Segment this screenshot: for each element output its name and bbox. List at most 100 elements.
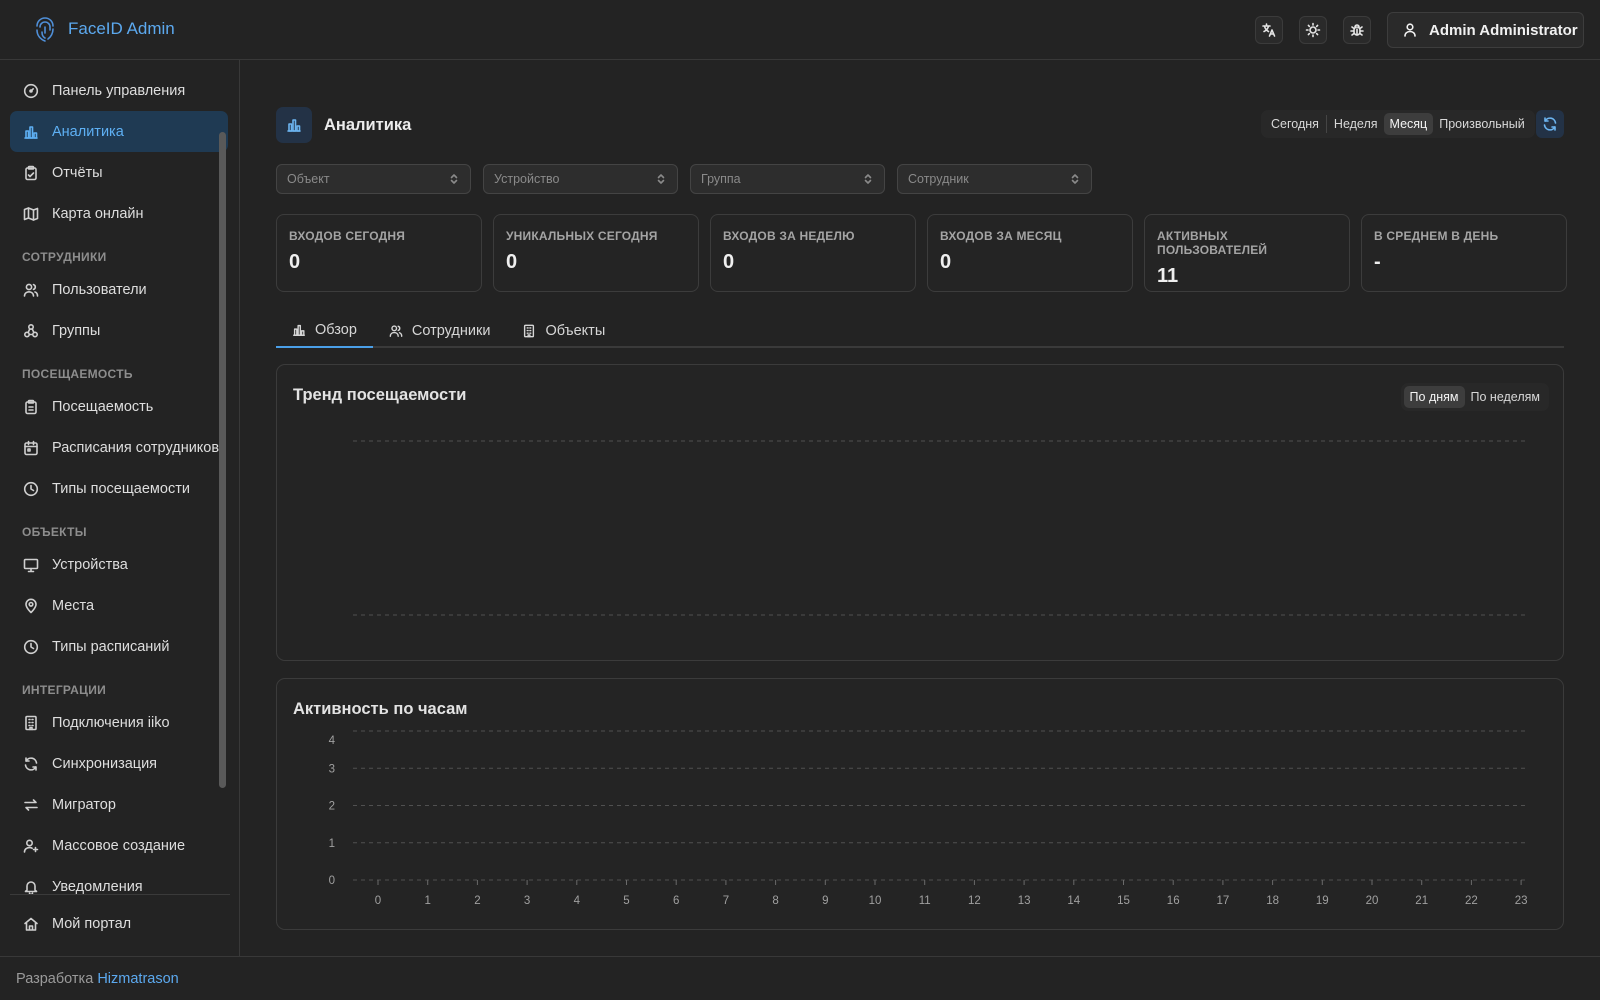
- x-tick-label: 20: [1366, 895, 1379, 907]
- divider: [1325, 115, 1327, 133]
- sidebar-item-reports[interactable]: Отчёты: [10, 152, 228, 193]
- tab-label: Объекты: [545, 323, 606, 339]
- sidebar-item-label: Посещаемость: [52, 398, 154, 415]
- period-month-button[interactable]: Месяц: [1383, 113, 1434, 135]
- stat-card: ВХОДОВ ЗА МЕСЯЦ 0: [927, 214, 1133, 292]
- debug-button[interactable]: [1343, 16, 1371, 44]
- group-select[interactable]: Группа: [690, 164, 885, 194]
- sidebar-item-users[interactable]: Пользователи: [10, 269, 228, 310]
- app-title: FaceID Admin: [68, 19, 175, 38]
- x-tick-label: 0: [375, 895, 381, 907]
- clock-icon: [23, 481, 39, 496]
- stat-label: ВХОДОВ ЗА НЕДЕЛЮ: [723, 229, 855, 243]
- x-tick-label: 16: [1167, 895, 1180, 907]
- y-tick-label: 2: [329, 801, 335, 813]
- sidebar-item-places[interactable]: Места: [10, 585, 228, 626]
- brand[interactable]: FaceID Admin: [32, 14, 175, 44]
- users-icon: [23, 283, 39, 297]
- x-tick-label: 10: [869, 895, 882, 907]
- sidebar-item-notifications[interactable]: Уведомления: [10, 866, 228, 896]
- device-select[interactable]: Устройство: [483, 164, 678, 194]
- bug-icon: [1350, 24, 1364, 36]
- building-icon: [524, 324, 535, 338]
- x-tick-label: 3: [524, 895, 530, 907]
- period-today-button[interactable]: Сегодня: [1265, 113, 1325, 135]
- x-tick-label: 2: [474, 895, 480, 907]
- employee-select[interactable]: Сотрудник: [897, 164, 1092, 194]
- map-icon: [23, 206, 39, 221]
- sidebar-item-label: Расписания сотрудников: [52, 439, 220, 456]
- object-select[interactable]: Объект: [276, 164, 471, 194]
- stat-value: 0: [723, 251, 735, 273]
- refresh-button[interactable]: [1536, 110, 1564, 138]
- sidebar-item-employee-schedules[interactable]: Расписания сотрудников: [10, 427, 228, 468]
- sidebar-item-attendance[interactable]: Посещаемость: [10, 386, 228, 427]
- stat-label: ВХОДОВ ЗА МЕСЯЦ: [940, 229, 1062, 243]
- hourly-card: Активность по часам 0 1 2 3 4 0 1 2 3 4 5 6 7 8 9 10 11 1…: [276, 678, 1564, 930]
- sidebar-item-label: Массовое создание: [52, 837, 186, 854]
- sidebar-item-label: Синхронизация: [52, 755, 158, 772]
- section-employees: СОТРУДНИКИ: [22, 250, 107, 264]
- sidebar-scrollbar[interactable]: [219, 132, 226, 788]
- building-icon: [25, 715, 37, 730]
- stat-label: В СРЕДНЕМ В ДЕНЬ: [1374, 229, 1499, 243]
- sidebar-item-label: Типы расписаний: [52, 638, 170, 655]
- sidebar-nav: Панель управления Аналитика Отчёты Карта…: [10, 70, 228, 896]
- sidebar-item-label: Аналитика: [52, 123, 124, 140]
- period-custom-button[interactable]: Произвольный: [1433, 113, 1530, 135]
- select-placeholder: Группа: [701, 172, 741, 186]
- bar-chart-icon: [287, 119, 301, 132]
- period-selector: Сегодня Неделя Месяц Произвольный: [1261, 110, 1535, 138]
- trend-card: Тренд посещаемости По дням По неделям: [276, 364, 1564, 661]
- sidebar-item-analytics[interactable]: Аналитика: [10, 111, 228, 152]
- sidebar-item-online-map[interactable]: Карта онлайн: [10, 193, 228, 234]
- tab-label: Обзор: [315, 322, 357, 338]
- x-tick-label: 14: [1067, 895, 1080, 907]
- stat-label: УНИКАЛЬНЫХ СЕГОДНЯ: [506, 229, 658, 243]
- developer-link[interactable]: Hizmatrason: [97, 971, 178, 987]
- sidebar-item-schedule-types[interactable]: Типы расписаний: [10, 626, 228, 667]
- stat-value: 0: [506, 251, 518, 273]
- period-week-button[interactable]: Неделя: [1328, 113, 1384, 135]
- user-name: Admin Administrator: [1429, 21, 1578, 39]
- sidebar-item-label: Группы: [52, 322, 101, 339]
- users-icon: [389, 325, 403, 337]
- sidebar-item-devices[interactable]: Устройства: [10, 544, 228, 585]
- user-menu-button[interactable]: Admin Administrator: [1387, 12, 1584, 48]
- sidebar-item-dashboard[interactable]: Панель управления: [10, 70, 228, 111]
- sidebar-item-bulk-create[interactable]: Массовое создание: [10, 825, 228, 866]
- section-objects: ОБЪЕКТЫ: [22, 525, 87, 539]
- bar-chart-icon: [24, 125, 38, 139]
- sidebar-item-migrator[interactable]: Мигратор: [10, 784, 228, 825]
- clock-icon: [23, 639, 39, 654]
- theme-toggle-button[interactable]: [1299, 16, 1327, 44]
- stat-card: ВХОДОВ ЗА НЕДЕЛЮ 0: [710, 214, 916, 292]
- tab-employees[interactable]: Сотрудники: [373, 314, 507, 348]
- gauge-icon: [23, 83, 39, 98]
- chevrons-up-down-icon: [657, 174, 665, 184]
- x-tick-label: 17: [1217, 895, 1230, 907]
- sidebar-item-sync[interactable]: Синхронизация: [10, 743, 228, 784]
- language-button[interactable]: [1255, 16, 1283, 44]
- x-tick-label: 6: [673, 895, 679, 907]
- chevrons-up-down-icon: [864, 174, 872, 184]
- sidebar-item-iiko-connections[interactable]: Подключения iiko: [10, 702, 228, 743]
- sidebar-item-attendance-types[interactable]: Типы посещаемости: [10, 468, 228, 509]
- top-bar: FaceID Admin Admin Administrator: [0, 0, 1600, 60]
- tab-objects[interactable]: Объекты: [506, 314, 621, 348]
- stat-value: 0: [940, 251, 952, 273]
- y-tick-label: 4: [329, 735, 336, 747]
- stat-label: АКТИВНЫХ ПОЛЬЗОВАТЕЛЕЙ: [1157, 229, 1268, 257]
- clipboard-icon: [25, 165, 37, 180]
- user-icon: [1404, 23, 1416, 37]
- sidebar-item-label: Мой портал: [52, 915, 132, 932]
- sidebar-item-label: Карта онлайн: [52, 205, 144, 222]
- stat-value: 0: [289, 251, 301, 273]
- sidebar-item-label: Места: [52, 597, 95, 614]
- tab-overview[interactable]: Обзор: [276, 314, 373, 348]
- sidebar-item-groups[interactable]: Группы: [10, 310, 228, 351]
- stat-label: ВХОДОВ СЕГОДНЯ: [289, 229, 406, 243]
- sidebar: Панель управления Аналитика Отчёты Карта…: [0, 60, 240, 956]
- footer-prefix: Разработка: [16, 971, 94, 987]
- sidebar-item-my-portal[interactable]: Мой портал: [10, 903, 230, 944]
